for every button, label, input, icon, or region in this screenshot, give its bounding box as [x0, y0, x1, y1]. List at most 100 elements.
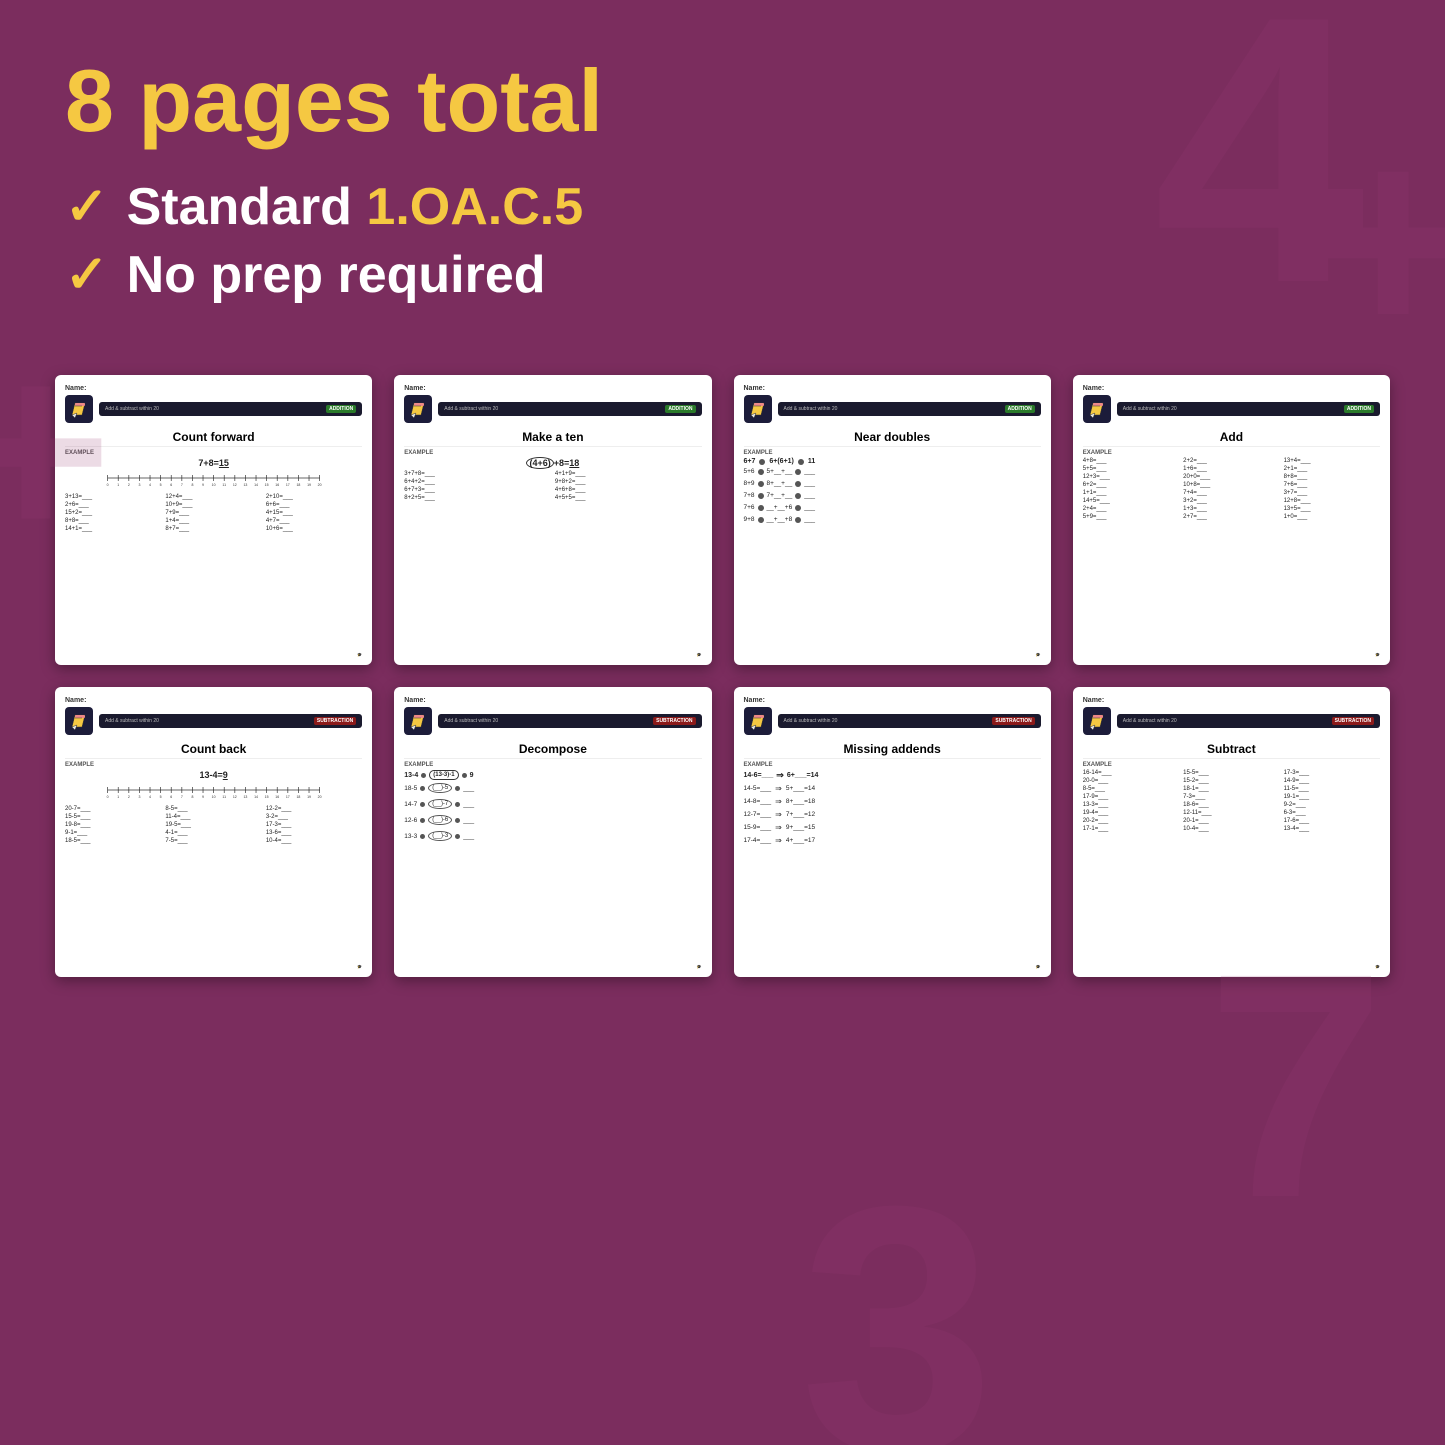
worksheet-card-6: Name: Add & subtract within 20 SUBTRACTI…	[734, 687, 1051, 977]
ws-footer: 🎓	[65, 964, 362, 969]
worksheet-card-2: Name: Add & subtract within 20 ADDITION …	[734, 375, 1051, 665]
problem: 19-4=___	[1083, 810, 1179, 816]
ws-footer-logo: 🎓	[1375, 964, 1380, 969]
svg-text:4: 4	[149, 483, 151, 487]
svg-text:12: 12	[233, 483, 237, 487]
worksheet-card-3: Name: Add & subtract within 20 ADDITION …	[1073, 375, 1390, 665]
ws-header: Add & subtract within 20 ADDITION	[404, 395, 701, 423]
problem: 13+4=___	[1284, 458, 1380, 464]
ws-name-label: Name:	[1083, 697, 1104, 704]
svg-text:1: 1	[117, 795, 119, 799]
decomp-problem: 18-5 (__)-5 ___	[404, 783, 701, 793]
svg-text:12: 12	[233, 795, 237, 799]
ws-content: EXAMPLE 13-4=9 0123456789101112131415161…	[65, 762, 362, 961]
svg-text:18: 18	[296, 795, 300, 799]
nd-problem: 7+8 7+__+__ ___	[744, 492, 1041, 499]
ws-footer: 🎓	[65, 652, 362, 657]
problem: 6-3=___	[1284, 810, 1380, 816]
problem: 18-1=___	[1183, 786, 1279, 792]
problem: 1+4=___	[165, 518, 261, 524]
problem: 18-5=___	[65, 838, 161, 844]
ws-name-row: Name:	[1083, 697, 1380, 704]
problem: 7-5=___	[165, 838, 261, 844]
svg-text:8: 8	[191, 795, 193, 799]
svg-text:3: 3	[138, 483, 140, 487]
problem: 7+6=___	[1284, 482, 1380, 488]
problem: 3+7=___	[1284, 490, 1380, 496]
ws-name-label: Name:	[744, 385, 765, 392]
problem: 9-1=___	[65, 830, 161, 836]
svg-text:7: 7	[181, 795, 183, 799]
ws-subtitle-text: Add & subtract within 20	[1123, 718, 1177, 724]
problem: 6+4+2=___	[404, 479, 551, 485]
ws-subtitle-right: Add & subtract within 20 SUBTRACTION	[444, 717, 695, 725]
problem: 13+5=___	[1284, 506, 1380, 512]
ws-badge: ADDITION	[1005, 405, 1035, 413]
svg-text:11: 11	[222, 795, 226, 799]
nd-problem: 8+9 8+__+__ ___	[744, 480, 1041, 487]
problem: 20-1=___	[1183, 818, 1279, 824]
ws-footer-logo: 🎓	[1375, 652, 1380, 657]
problem: 3-2=___	[266, 814, 362, 820]
ws-content: EXAMPLE 4+8=___2+2=___13+4=___5+5=___1+6…	[1083, 450, 1380, 649]
check-item-1: ✓ Standard 1.OA.C.5	[65, 177, 1380, 237]
ws-content: EXAMPLE (4+6)+8=18 3+7+8=___4+1+9=___6+4…	[404, 450, 701, 649]
worksheet-card-1: Name: Add & subtract within 20 ADDITION …	[394, 375, 711, 665]
ws-name-label: Name:	[65, 697, 86, 704]
ws-title-block: Add & subtract within 20 ADDITION	[99, 402, 362, 416]
svg-text:5: 5	[160, 795, 162, 799]
svg-text:3: 3	[138, 795, 140, 799]
problem: 5+5=___	[1083, 466, 1179, 472]
ws-subtitle-right: Add & subtract within 20 ADDITION	[105, 405, 356, 413]
ws-badge: ADDITION	[1344, 405, 1374, 413]
ws-footer: 🎓	[1083, 652, 1380, 657]
problem: 10-4=___	[266, 838, 362, 844]
problem: 6+7+3=___	[404, 487, 551, 493]
ws-name-row: Name:	[744, 385, 1041, 392]
problem: 1+0=___	[1284, 514, 1380, 520]
problem: 16-14=___	[1083, 770, 1179, 776]
problem: 19-8=___	[65, 822, 161, 828]
ws-subtitle-right: Add & subtract within 20 ADDITION	[1123, 405, 1374, 413]
problem: 11-4=___	[165, 814, 261, 820]
ws-example-label: EXAMPLE	[744, 450, 1041, 456]
ws-badge: SUBTRACTION	[1332, 717, 1374, 725]
ws-subtitle-right: Add & subtract within 20 SUBTRACTION	[1123, 717, 1374, 725]
ma-problem: 12-7=___ ⇒ 7+___=12	[744, 810, 1041, 819]
ws-name-label: Name:	[404, 385, 425, 392]
problem: 17-9=___	[1083, 794, 1179, 800]
svg-text:8: 8	[191, 483, 193, 487]
problem: 13-4=___	[1284, 826, 1380, 832]
ws-footer-logo: 🎓	[357, 964, 362, 969]
problem: 17-1=___	[1083, 826, 1179, 832]
problem: 2+7=___	[1183, 514, 1279, 520]
svg-text:7: 7	[181, 483, 183, 487]
ws-name-row: Name:	[404, 697, 701, 704]
ws-header: Add & subtract within 20 SUBTRACTION	[1083, 707, 1380, 735]
problem: 10-4=___	[1183, 826, 1279, 832]
problem: 10+6=___	[266, 526, 362, 532]
ws-name-row: Name:	[65, 697, 362, 704]
ws-footer-logo: 🎓	[697, 652, 702, 657]
problem: 4+15=___	[266, 510, 362, 516]
ws-name-row: Name:	[1083, 385, 1380, 392]
problem: 8+7=___	[165, 526, 261, 532]
ws-content: EXAMPLE 16-14=___15-5=___17-3=___20-0=__…	[1083, 762, 1380, 961]
ws-subtitle-text: Add & subtract within 20	[105, 406, 159, 412]
nd-problem: 5+6 5+__+__ ___	[744, 468, 1041, 475]
ws-example-label: EXAMPLE	[65, 450, 362, 456]
ws-content: EXAMPLE 14-6=___ ⇒ 6+___=14 14-5=___ ⇒ 5…	[744, 762, 1041, 961]
problem: 15-5=___	[1183, 770, 1279, 776]
ws-name-row: Name:	[65, 385, 362, 392]
problem: 20-7=___	[65, 806, 161, 812]
ws-subtitle-right: Add & subtract within 20 ADDITION	[444, 405, 695, 413]
ws-title-block: Add & subtract within 20 ADDITION	[778, 402, 1041, 416]
problem: 2+4=___	[1083, 506, 1179, 512]
ws-header: Add & subtract within 20 SUBTRACTION	[404, 707, 701, 735]
ws-subtitle-text: Add & subtract within 20	[105, 718, 159, 724]
ws-title-block: Add & subtract within 20 SUBTRACTION	[1117, 714, 1380, 728]
ws-name-label: Name:	[744, 697, 765, 704]
worksheet-card-7: Name: Add & subtract within 20 SUBTRACTI…	[1073, 687, 1390, 977]
svg-text:17: 17	[286, 483, 290, 487]
worksheet-card-0: Name: Add & subtract within 20 ADDITION …	[55, 375, 372, 665]
